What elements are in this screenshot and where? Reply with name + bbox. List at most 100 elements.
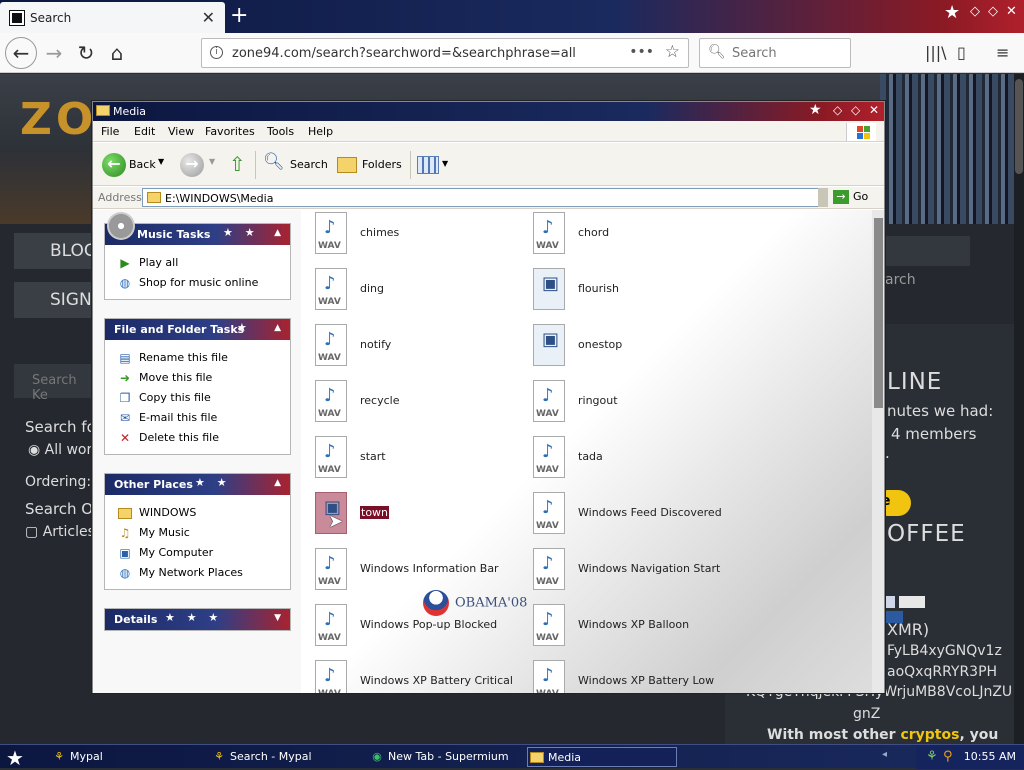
wav-file-icon[interactable]: ♪ WAV <box>315 604 347 646</box>
wav-file-icon[interactable]: ♪ WAV <box>533 436 565 478</box>
collapse-arrow-icon[interactable]: ▲ <box>274 478 281 488</box>
file-item[interactable]: ♪ WAV Windows Feed Discovered <box>533 492 733 538</box>
blog-button[interactable]: BLOG <box>14 233 100 269</box>
file-item[interactable]: ♪ WAV chord <box>533 212 733 258</box>
file-name[interactable]: Windows XP Battery Low <box>578 674 714 687</box>
sign-button[interactable]: SIGN <box>14 282 100 318</box>
file-item[interactable]: ♪ WAV Windows XP Balloon <box>533 604 733 650</box>
close-window-icon[interactable]: ✕ <box>1006 4 1017 19</box>
forward-icon[interactable]: → <box>40 40 68 68</box>
wav-file-icon[interactable]: ♪ WAV <box>533 492 565 534</box>
articles-checkbox[interactable]: ▢ Articles <box>25 524 95 540</box>
home-icon[interactable]: ⌂ <box>103 40 131 68</box>
menu-favorites[interactable]: Favorites <box>205 125 255 138</box>
explorer-maximize-icon[interactable]: ◇ <box>851 103 860 117</box>
reload-icon[interactable]: ↻ <box>72 40 100 68</box>
wav-file-icon[interactable]: ♪ WAV <box>315 212 347 254</box>
move-file-task[interactable]: ➜ Move this file <box>118 368 290 388</box>
file-item[interactable]: ♪ WAV recycle <box>315 380 515 426</box>
search-button[interactable]: Search <box>290 158 328 171</box>
file-name[interactable]: chord <box>578 226 609 239</box>
file-folder-tasks-header[interactable]: File and Folder Tasks ★ ▲ <box>105 319 290 340</box>
file-item[interactable]: ♪ WAV ding <box>315 268 515 314</box>
file-item[interactable]: ▣ flourish <box>533 268 733 314</box>
wav-file-icon[interactable]: ♪ WAV <box>533 660 565 693</box>
file-item[interactable]: ♪ WAV start <box>315 436 515 482</box>
search-tray-icon[interactable]: ⚲ <box>943 749 953 764</box>
file-item[interactable]: ▣ onestop <box>533 324 733 370</box>
explorer-close-icon[interactable]: ✕ <box>869 103 879 117</box>
library-icon[interactable]: |||\ <box>925 43 947 62</box>
back-icon[interactable]: ← <box>5 37 37 69</box>
forward-dropdown-icon[interactable]: ▼ <box>209 157 215 166</box>
back-button[interactable]: Back <box>129 158 156 171</box>
file-name[interactable]: Windows Navigation Start <box>578 562 720 575</box>
email-file-task[interactable]: ✉ E-mail this file <box>118 408 290 428</box>
address-dropdown[interactable] <box>818 188 828 207</box>
taskbar-item-mypal[interactable]: ⚘ Mypal <box>50 747 200 767</box>
other-places-header[interactable]: Other Places ★ ★ ▲ <box>105 474 290 495</box>
file-item[interactable]: ♪ WAV Windows XP Battery Critical <box>315 660 515 693</box>
back-arrow-icon[interactable]: ← <box>102 153 126 177</box>
file-item[interactable]: ▣ town <box>315 492 515 538</box>
my-music-place[interactable]: ♫ My Music <box>118 523 290 543</box>
search-icon[interactable]: 🔍︎ <box>263 152 285 172</box>
file-item[interactable]: ♪ WAV notify <box>315 324 515 370</box>
wav-file-icon[interactable]: ♪ WAV <box>315 548 347 590</box>
network-tray-icon[interactable]: ⚘ <box>926 749 938 764</box>
browser-search-input[interactable] <box>730 45 840 62</box>
taskbar-item-media[interactable]: Media <box>527 747 677 767</box>
file-item[interactable]: ♪ WAV tada <box>533 436 733 482</box>
tab-close-icon[interactable]: ✕ <box>202 8 215 27</box>
maximize-window-icon[interactable]: ◇ <box>988 4 998 19</box>
file-name[interactable]: ding <box>360 282 384 295</box>
file-name[interactable]: tada <box>578 450 603 463</box>
file-name[interactable]: Windows XP Balloon <box>578 618 689 631</box>
file-name[interactable]: flourish <box>578 282 619 295</box>
file-name[interactable]: Windows Information Bar <box>360 562 499 575</box>
menu-tools[interactable]: Tools <box>267 125 294 138</box>
file-name[interactable]: notify <box>360 338 391 351</box>
taskbar-item-search-mypal[interactable]: ⚘ Search - Mypal <box>210 747 358 767</box>
right-search-box[interactable] <box>880 236 970 266</box>
start-button[interactable]: ★ <box>6 746 24 770</box>
windows-place[interactable]: WINDOWS <box>118 503 290 523</box>
file-item[interactable]: ♪ WAV Windows XP Battery Low <box>533 660 733 693</box>
delete-file-task[interactable]: ✕ Delete this file <box>118 428 290 448</box>
wav-file-icon[interactable]: ♪ WAV <box>315 324 347 366</box>
wav-file-icon[interactable]: ♪ WAV <box>315 660 347 693</box>
browser-tab-search[interactable]: Search ✕ <box>0 2 225 33</box>
file-name[interactable]: start <box>360 450 386 463</box>
menu-help[interactable]: Help <box>308 125 333 138</box>
media-file-icon[interactable]: ▣ <box>533 324 565 366</box>
file-name[interactable]: Windows XP Battery Critical <box>360 674 513 687</box>
explorer-minimize-icon[interactable]: ◇ <box>833 103 842 117</box>
file-name[interactable]: Windows Feed Discovered <box>578 506 722 519</box>
bookmark-star-icon[interactable]: ☆ <box>665 42 680 62</box>
shop-music-task[interactable]: ◍ Shop for music online <box>118 273 290 293</box>
site-logo[interactable]: ZO <box>20 94 97 145</box>
browser-search-bar[interactable]: 🔍︎ <box>699 38 851 68</box>
page-scrollbar-thumb[interactable] <box>1015 79 1023 174</box>
play-all-task[interactable]: ▶ Play all <box>118 253 290 273</box>
cryptos-link[interactable]: cryptos <box>900 727 959 743</box>
address-field[interactable]: E:\WINDOWS\Media <box>142 188 827 207</box>
file-name[interactable]: recycle <box>360 394 399 407</box>
menu-icon[interactable]: ≡ <box>996 43 1009 62</box>
music-tasks-header[interactable]: Music Tasks ★ ★ ▲ <box>105 212 290 245</box>
url-text[interactable]: zone94.com/search?searchword=&searchphra… <box>232 46 576 61</box>
collapse-arrow-icon[interactable]: ▲ <box>274 323 281 333</box>
details-header[interactable]: Details ★ ★ ★ ▼ <box>105 609 290 630</box>
media-file-icon[interactable]: ▣ <box>533 268 565 310</box>
copy-file-task[interactable]: ❐ Copy this file <box>118 388 290 408</box>
file-item[interactable]: ♪ WAV Windows Navigation Start <box>533 548 733 594</box>
address-value[interactable]: E:\WINDOWS\Media <box>165 192 273 205</box>
all-words-radio[interactable]: ◉ All word <box>28 442 101 458</box>
info-icon[interactable]: i <box>210 46 223 59</box>
collapse-arrow-icon[interactable]: ▲ <box>274 228 281 238</box>
folders-icon[interactable] <box>337 157 357 173</box>
file-name[interactable]: ringout <box>578 394 618 407</box>
taskbar-item-supermium[interactable]: ◉ New Tab - Supermium <box>368 747 518 767</box>
go-button[interactable]: → Go <box>833 190 868 204</box>
explorer-title-bar[interactable]: Media ★ ◇ ◇ ✕ <box>93 102 884 121</box>
